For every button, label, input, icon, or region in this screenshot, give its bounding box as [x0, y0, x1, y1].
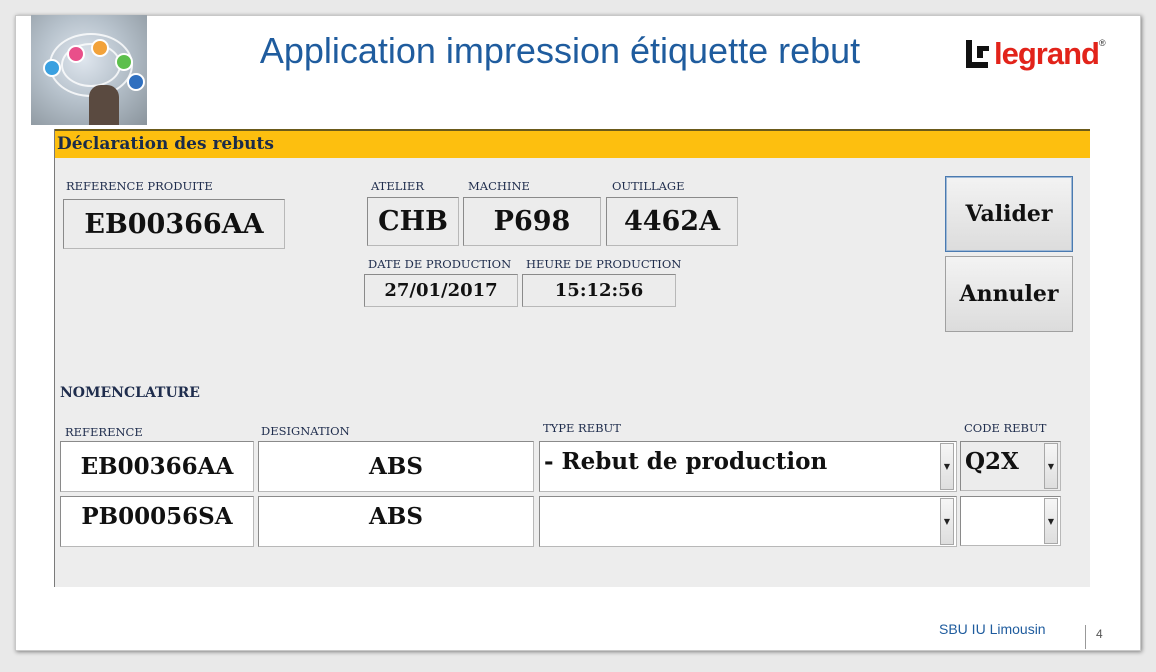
validate-button[interactable]: Valider: [945, 176, 1073, 252]
row-2-type-rebut-dropdown-icon[interactable]: ▼: [940, 498, 954, 545]
reference-produite-label: REFERENCE PRODUITE: [66, 179, 213, 193]
row-2-designation-field[interactable]: ABS: [258, 496, 534, 547]
slide-title: Application impression étiquette rebut: [259, 30, 861, 71]
atelier-label: ATELIER: [371, 179, 424, 193]
col-designation-label: DESIGNATION: [261, 424, 350, 438]
machine-label: MACHINE: [468, 179, 530, 193]
row-1-reference-field[interactable]: EB00366AA: [60, 441, 254, 492]
outillage-field[interactable]: 4462A: [606, 197, 738, 246]
legrand-mark-icon: [966, 40, 990, 68]
row-1-type-rebut-dropdown-icon[interactable]: ▼: [940, 443, 954, 490]
machine-field[interactable]: P698: [463, 197, 601, 246]
cancel-button[interactable]: Annuler: [945, 256, 1073, 332]
nomenclature-title: NOMENCLATURE: [60, 385, 200, 401]
form-title: Déclaration des rebuts: [57, 134, 274, 154]
legrand-logo: legrand ®: [966, 36, 1106, 72]
outillage-label: OUTILLAGE: [612, 179, 685, 193]
date-production-field[interactable]: 27/01/2017: [364, 274, 518, 307]
row-1-type-rebut-select[interactable]: - Rebut de production: [539, 441, 957, 492]
col-reference-label: REFERENCE: [65, 425, 143, 439]
page-number-divider: [1085, 625, 1086, 649]
row-2-type-rebut-select[interactable]: [539, 496, 957, 547]
row-1-designation-field[interactable]: ABS: [258, 441, 534, 492]
heure-production-field[interactable]: 15:12:56: [522, 274, 676, 307]
form-header: Déclaration des rebuts: [55, 129, 1090, 158]
reference-produite-field[interactable]: EB00366AA: [63, 199, 285, 249]
row-2-reference-field[interactable]: PB00056SA: [60, 496, 254, 547]
technology-hand-image: [31, 15, 147, 125]
row-2-code-rebut-dropdown-icon[interactable]: ▼: [1044, 498, 1058, 544]
row-1-code-rebut-dropdown-icon[interactable]: ▼: [1044, 443, 1058, 489]
atelier-field[interactable]: CHB: [367, 197, 459, 246]
registered-mark: ®: [1098, 38, 1106, 48]
legrand-wordmark: legrand: [994, 36, 1100, 71]
footer-text: SBU IU Limousin: [939, 621, 1046, 637]
scrap-declaration-form: Déclaration des rebuts REFERENCE PRODUIT…: [54, 129, 1090, 587]
page-number: 4: [1096, 627, 1103, 641]
col-type-rebut-label: TYPE REBUT: [543, 421, 621, 435]
heure-production-label: HEURE DE PRODUCTION: [526, 257, 682, 271]
date-production-label: DATE DE PRODUCTION: [368, 257, 512, 271]
col-code-rebut-label: CODE REBUT: [964, 421, 1047, 435]
